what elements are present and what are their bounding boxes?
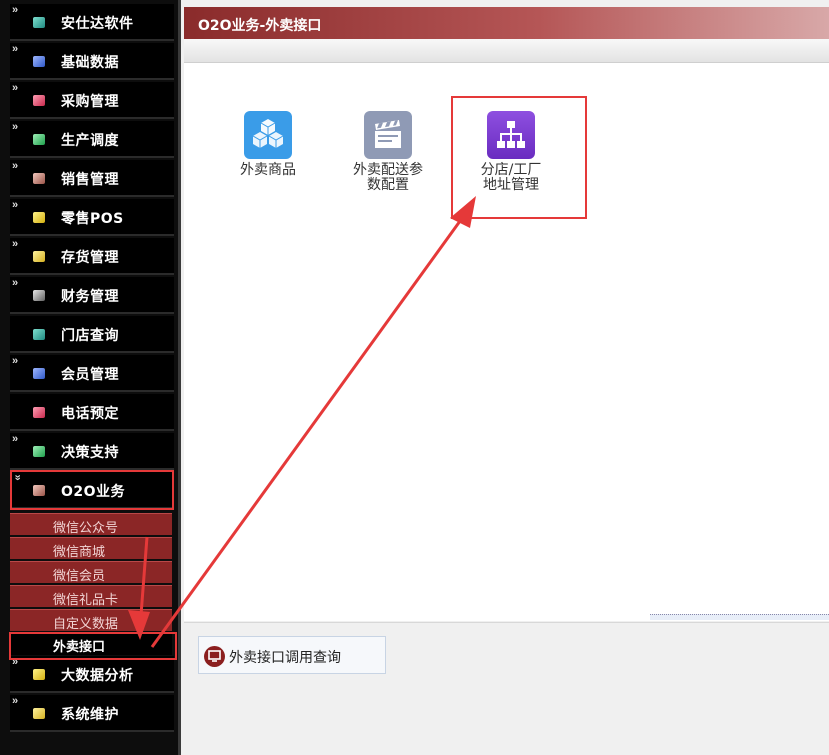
sidebar-item-label: 系统维护 bbox=[61, 707, 119, 723]
sidebar-item-label: 财务管理 bbox=[61, 289, 119, 305]
module-icon bbox=[33, 708, 45, 719]
sidebar-item-finance[interactable]: » 财务管理 bbox=[10, 277, 174, 314]
highlight-box bbox=[451, 96, 587, 219]
double-chevron-icon: » bbox=[12, 238, 19, 250]
sidebar-item-label: 零售POS bbox=[61, 211, 124, 227]
sidebar-subitem-wechat-official[interactable]: 微信公众号 bbox=[10, 513, 172, 536]
app-label: 外卖配送参 bbox=[353, 162, 423, 178]
sidebar-subitem-custom-data[interactable]: 自定义数据 bbox=[10, 609, 172, 632]
app-label: 数配置 bbox=[367, 177, 409, 193]
module-icon bbox=[33, 251, 45, 262]
highlight-box bbox=[9, 632, 177, 660]
sidebar: » 安仕达软件 » 基础数据 » 采购管理 » 生产调度 » 销售管理 » 零售… bbox=[0, 0, 181, 755]
module-icon bbox=[33, 329, 45, 340]
sidebar-item-purchasing[interactable]: » 采购管理 bbox=[10, 82, 174, 119]
cubes-icon bbox=[244, 111, 292, 159]
sidebar-item-label: 会员管理 bbox=[61, 367, 119, 383]
module-icon bbox=[33, 17, 45, 28]
module-icon bbox=[33, 407, 45, 418]
toolbar bbox=[184, 39, 829, 63]
double-chevron-icon: » bbox=[12, 43, 19, 55]
sidebar-item-system-maintenance[interactable]: » 系统维护 bbox=[10, 695, 174, 732]
module-icon bbox=[33, 173, 45, 184]
highlight-box bbox=[10, 470, 174, 510]
sidebar-subitem-wechat-giftcard[interactable]: 微信礼品卡 bbox=[10, 585, 172, 608]
sidebar-item-label: 采购管理 bbox=[61, 94, 119, 110]
sidebar-item-label: 大数据分析 bbox=[61, 668, 134, 684]
double-chevron-icon: » bbox=[12, 4, 19, 16]
sidebar-item-label: 门店查询 bbox=[61, 328, 119, 344]
takeout-api-query-link[interactable]: 外卖接口调用查询 bbox=[198, 636, 386, 674]
sidebar-item-members[interactable]: » 会员管理 bbox=[10, 355, 174, 392]
app-panel: 外卖商品 外卖配送参 数配置 分店/工厂 地址管理 bbox=[184, 63, 829, 621]
sidebar-item-phone-booking[interactable]: 电话预定 bbox=[10, 394, 174, 431]
module-icon bbox=[33, 56, 45, 67]
sidebar-item-retail-pos[interactable]: » 零售POS bbox=[10, 199, 174, 236]
sidebar-subitem-wechat-members[interactable]: 微信会员 bbox=[10, 561, 172, 584]
sidebar-item-basic-data[interactable]: » 基础数据 bbox=[10, 43, 174, 80]
double-chevron-icon: » bbox=[12, 199, 19, 211]
module-icon bbox=[33, 290, 45, 301]
sidebar-item-label: 存货管理 bbox=[61, 250, 119, 266]
sidebar-item-inventory[interactable]: » 存货管理 bbox=[10, 238, 174, 275]
sidebar-subitem-label: 微信商城 bbox=[53, 545, 106, 560]
monitor-icon bbox=[204, 646, 225, 667]
main-content: O2O业务-外卖接口 外卖商品 外卖配送参 数配置 分店/工厂 地址管理 外卖接… bbox=[184, 0, 829, 755]
page-header: O2O业务-外卖接口 bbox=[184, 7, 829, 39]
clapperboard-icon bbox=[364, 111, 412, 159]
sidebar-item-store-query[interactable]: 门店查询 bbox=[10, 316, 174, 353]
sidebar-item-sales[interactable]: » 销售管理 bbox=[10, 160, 174, 197]
module-icon bbox=[33, 134, 45, 145]
double-chevron-icon: » bbox=[12, 355, 19, 367]
page-title: O2O业务-外卖接口 bbox=[198, 18, 322, 34]
double-chevron-icon: » bbox=[12, 433, 19, 445]
sidebar-subitem-label: 自定义数据 bbox=[53, 617, 119, 632]
module-icon bbox=[33, 212, 45, 223]
app-label: 外卖商品 bbox=[240, 162, 296, 178]
module-icon bbox=[33, 669, 45, 680]
double-chevron-icon: » bbox=[12, 277, 19, 289]
sidebar-item-label: 安仕达软件 bbox=[61, 16, 134, 32]
sidebar-subitem-label: 微信公众号 bbox=[53, 521, 119, 536]
sidebar-item-label: 基础数据 bbox=[61, 55, 119, 71]
sidebar-item-big-data[interactable]: » 大数据分析 bbox=[10, 656, 174, 693]
module-icon bbox=[33, 95, 45, 106]
splitter-handle[interactable] bbox=[650, 614, 829, 620]
sidebar-subitem-wechat-mall[interactable]: 微信商城 bbox=[10, 537, 172, 560]
double-chevron-icon: » bbox=[12, 695, 19, 707]
query-link-label: 外卖接口调用查询 bbox=[229, 650, 341, 666]
sidebar-item-label: 决策支持 bbox=[61, 445, 119, 461]
sidebar-item-anshida[interactable]: » 安仕达软件 bbox=[10, 4, 174, 41]
sidebar-item-decision-support[interactable]: » 决策支持 bbox=[10, 433, 174, 470]
app-takeout-products[interactable]: 外卖商品 bbox=[223, 111, 313, 178]
sidebar-item-label: 生产调度 bbox=[61, 133, 119, 149]
sidebar-item-label: 电话预定 bbox=[61, 406, 119, 422]
bottom-panel: 外卖接口调用查询 bbox=[184, 622, 829, 755]
double-chevron-icon: » bbox=[12, 160, 19, 172]
module-icon bbox=[33, 368, 45, 379]
sidebar-item-production[interactable]: » 生产调度 bbox=[10, 121, 174, 158]
sidebar-subitem-label: 微信会员 bbox=[53, 569, 106, 584]
double-chevron-icon: » bbox=[12, 121, 19, 133]
double-chevron-icon: » bbox=[12, 82, 19, 94]
sidebar-subitem-label: 微信礼品卡 bbox=[53, 593, 119, 608]
module-icon bbox=[33, 446, 45, 457]
app-delivery-config[interactable]: 外卖配送参 数配置 bbox=[343, 111, 433, 193]
sidebar-item-label: 销售管理 bbox=[61, 172, 119, 188]
